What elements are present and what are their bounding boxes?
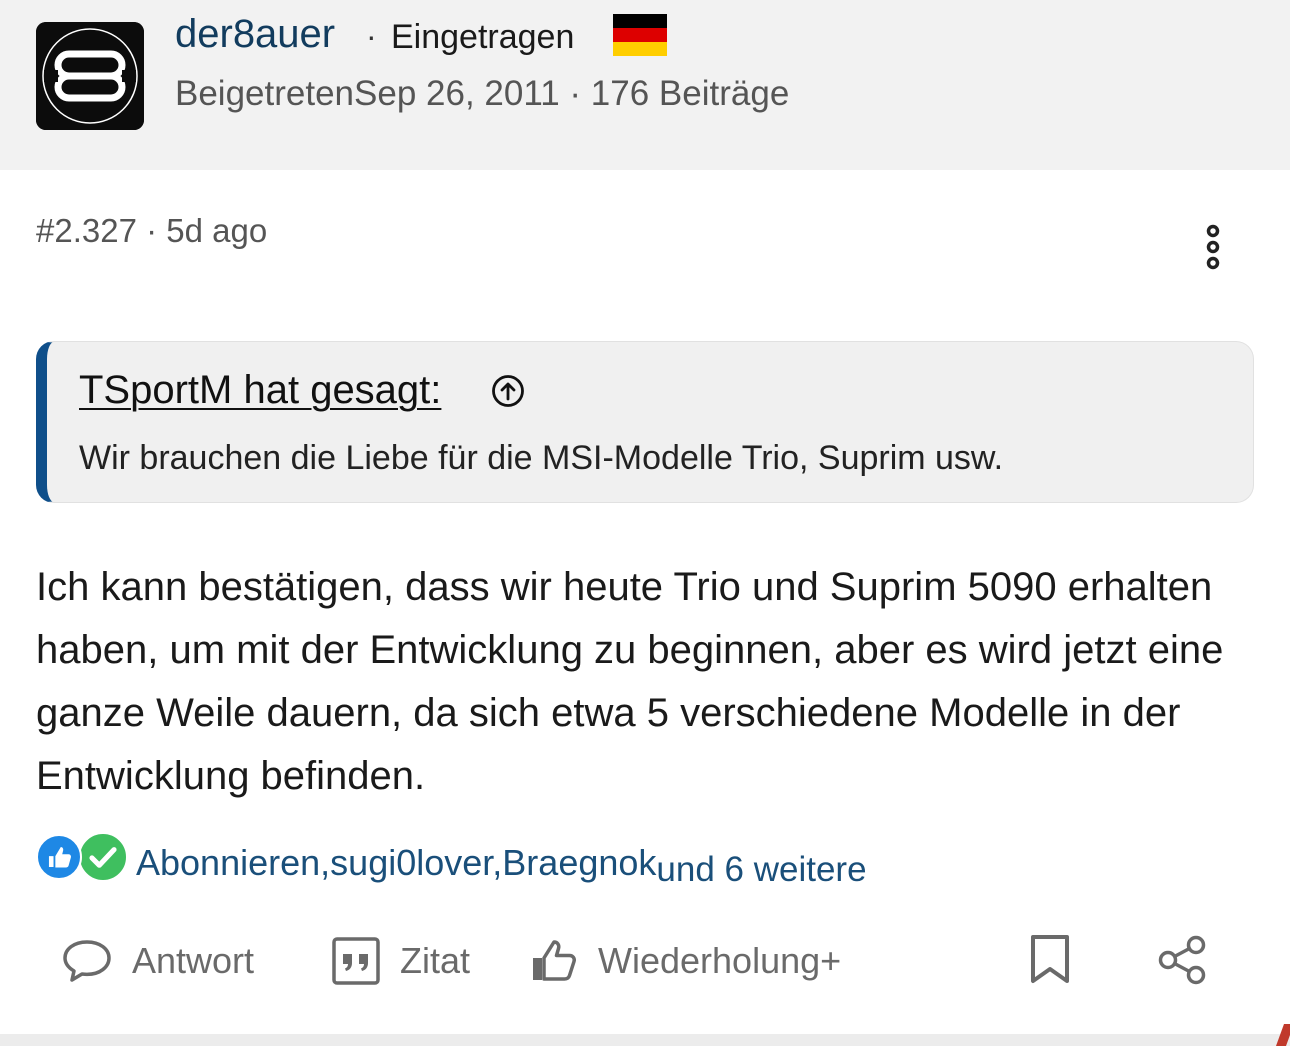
post-info-separator: · <box>136 212 167 249</box>
reactions-bar[interactable]: Abonnieren,sugi0lover,Braegnokund 6 weit… <box>36 832 1256 892</box>
quote-block: TSportM hat gesagt: Wir brauchen die Lie… <box>36 341 1254 503</box>
reaction-user-link[interactable]: sugi0lover <box>330 842 492 883</box>
bookmark-icon <box>1031 935 1069 983</box>
thumbs-up-outline-icon <box>533 940 576 981</box>
joined-date: Sep 26, 2011 <box>354 74 560 113</box>
author-name-link[interactable]: der8auer <box>175 12 335 57</box>
speech-bubble-icon <box>63 940 111 982</box>
quote-button[interactable]: Zitat <box>332 926 470 996</box>
reaction-user-link[interactable]: Braegnok <box>502 842 656 883</box>
quote-text: Wir brauchen die Liebe für die MSI-Model… <box>79 439 1004 477</box>
post-menu-button[interactable] <box>1196 222 1230 272</box>
author-rank: Eingetragen <box>391 18 575 56</box>
germany-flag-icon <box>613 14 667 56</box>
more-vertical-icon <box>1206 224 1220 270</box>
post-divider <box>0 1034 1290 1046</box>
post-actions: Antwort Zitat Wiederholung+ <box>0 926 1290 996</box>
post-author-header: der8auer · Eingetragen BeigetretenSep 26… <box>0 0 1290 170</box>
reaction-comma: , <box>320 842 331 883</box>
reaction-user-link[interactable]: Abonnieren <box>136 842 320 883</box>
quote-label: Zitat <box>400 940 471 981</box>
share-button[interactable] <box>1156 934 1208 991</box>
post-number-link[interactable]: #2.327 <box>36 212 137 249</box>
joined-label: Beigetreten <box>175 74 355 113</box>
reaction-more-link[interactable]: und 6 weitere <box>656 850 866 889</box>
post-body: Ich kann bestätigen, dass wir heute Trio… <box>36 565 1224 798</box>
thumbs-up-icon <box>36 834 82 880</box>
reply-button[interactable]: Antwort <box>62 926 254 996</box>
share-icon <box>1158 935 1206 985</box>
check-icon <box>78 832 128 882</box>
react-button[interactable]: Wiederholung+ <box>530 926 841 996</box>
der8auer-logo-icon <box>36 22 144 130</box>
post-info: #2.327 · 5d ago <box>36 212 267 250</box>
bookmark-button[interactable] <box>1030 934 1070 989</box>
name-separator: · <box>366 18 377 54</box>
meta-separator: · <box>559 74 591 113</box>
reply-label: Antwort <box>132 940 255 981</box>
react-label: Wiederholung+ <box>598 940 842 981</box>
arrow-up-circle-icon[interactable] <box>491 374 525 408</box>
author-meta: BeigetretenSep 26, 2011 · 176 Beiträge <box>175 74 789 114</box>
post-count: 176 Beiträge <box>590 74 790 113</box>
quote-author-link[interactable]: TSportM hat gesagt: <box>79 368 441 413</box>
reaction-comma: , <box>492 842 503 883</box>
avatar[interactable] <box>36 22 144 130</box>
reaction-users: Abonnieren,sugi0lover,Braegnokund 6 weit… <box>136 842 867 889</box>
post-age: 5d ago <box>166 212 268 249</box>
quote-icon <box>332 937 380 985</box>
